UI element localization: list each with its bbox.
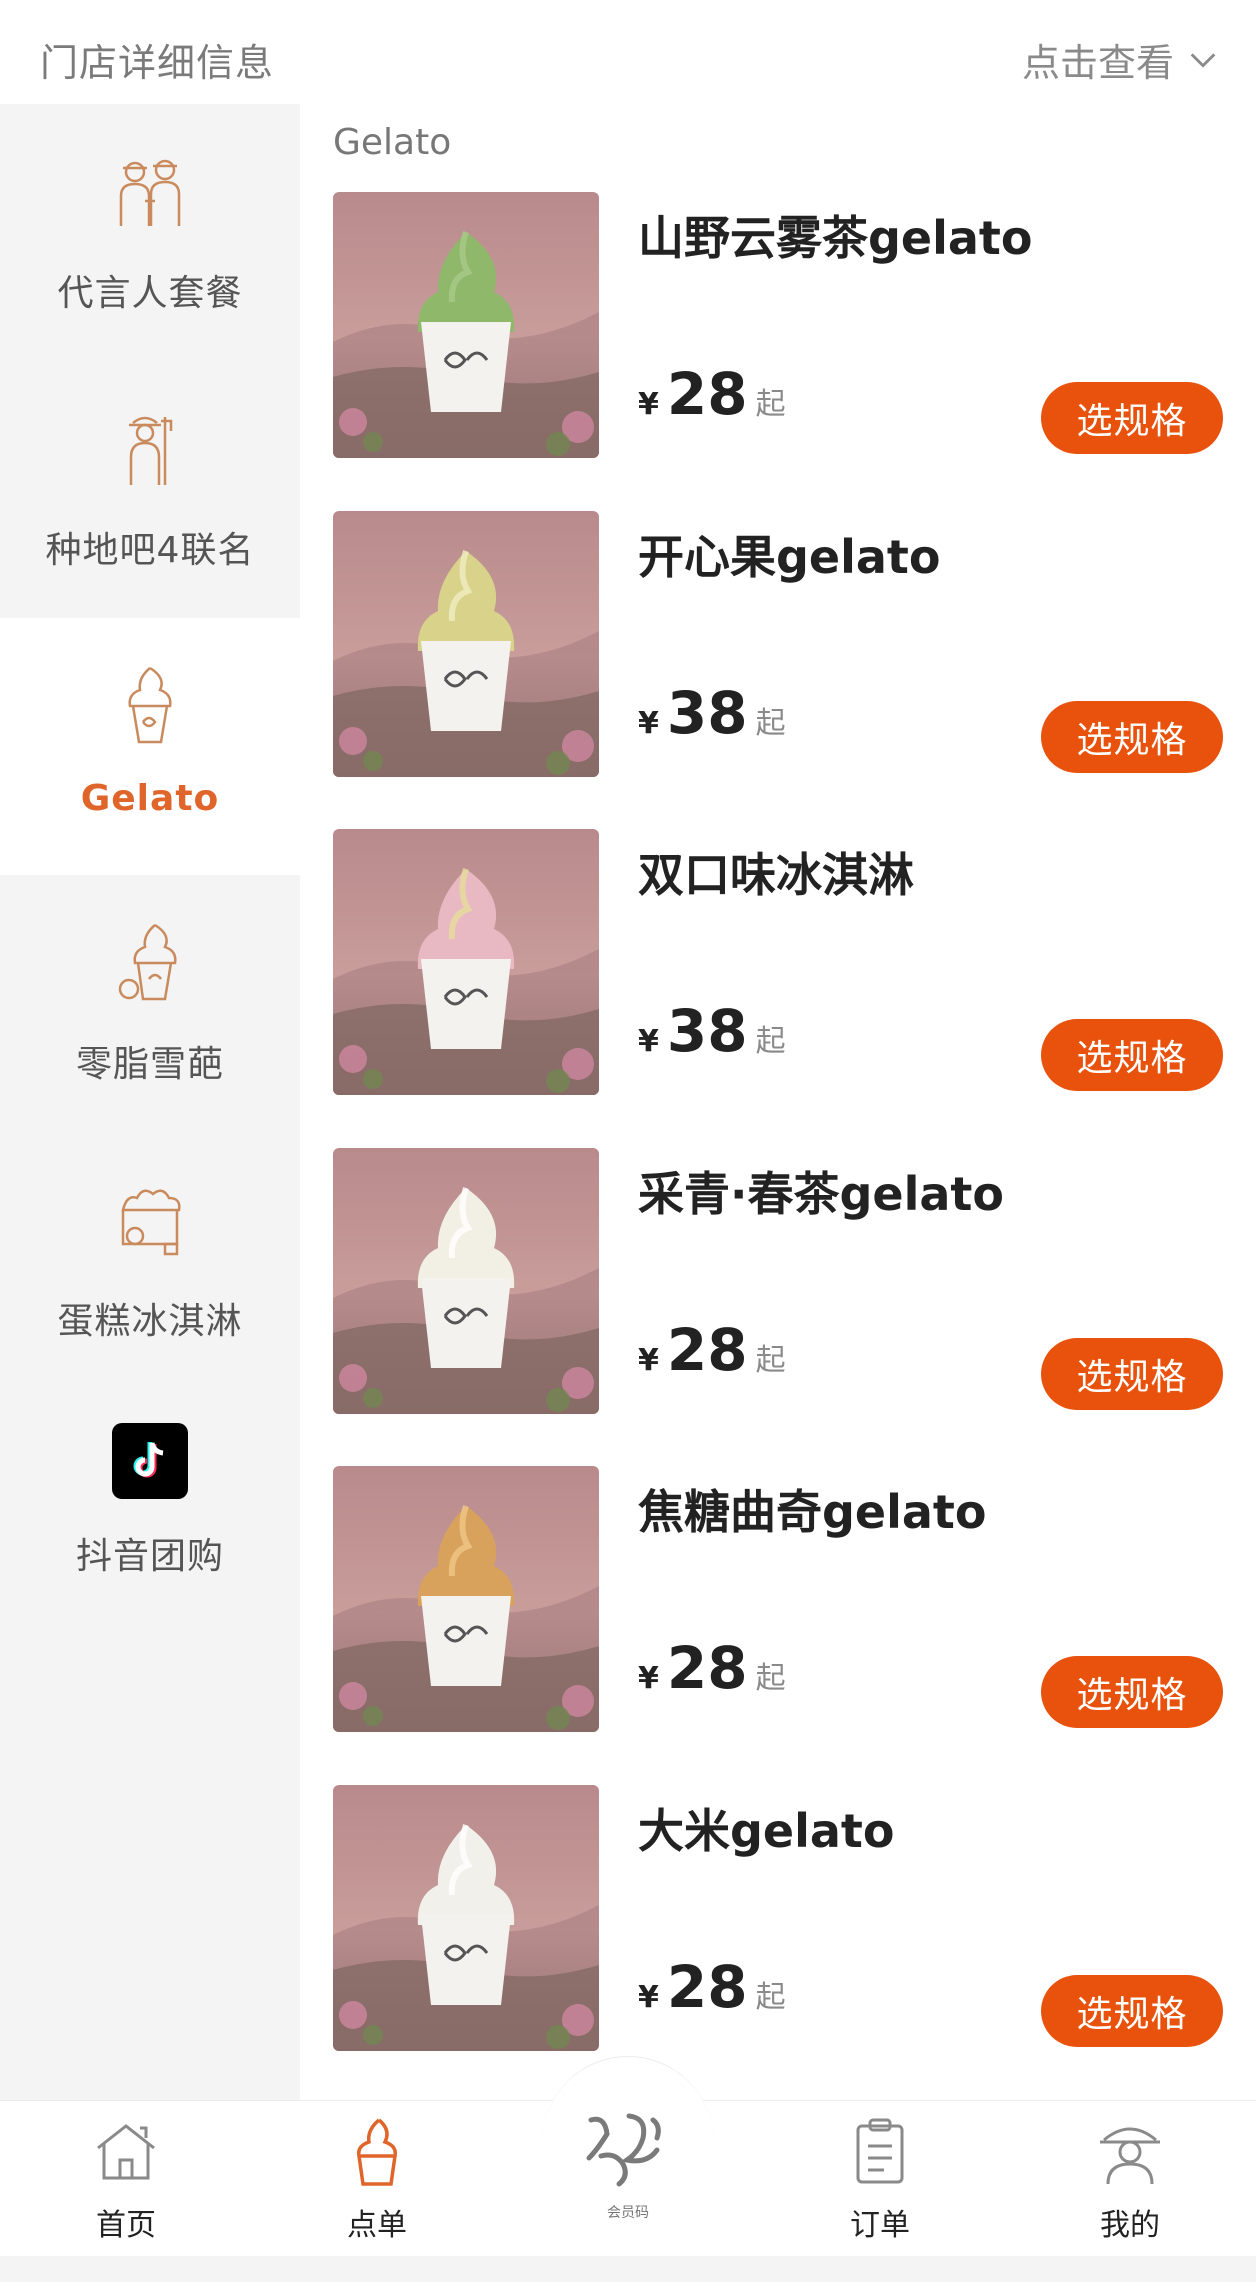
select-spec-button[interactable]: 选规格 bbox=[1041, 1019, 1223, 1092]
product-name[interactable]: 开心果gelato bbox=[638, 521, 941, 587]
currency-symbol: ¥ bbox=[638, 1342, 659, 1378]
nav-label: 首页 bbox=[96, 2208, 156, 2243]
cake-icecream-icon bbox=[105, 1174, 195, 1264]
product-name[interactable]: 双口味冰淇淋 bbox=[638, 839, 914, 905]
category-zero-fat-sorbet[interactable]: 零脂雪葩 bbox=[0, 875, 300, 1132]
product-list: Gelato 山野云雾茶gelato ¥ 28 起 选规格 开心果gelato … bbox=[300, 104, 1256, 2100]
chevron-down-icon bbox=[1190, 52, 1216, 68]
product-price: ¥ 28 起 bbox=[638, 1953, 786, 2021]
app-root: 门店详细信息 点击查看 代言人套餐 种地吧4联名 Gelato 零脂雪葩 蛋糕冰… bbox=[0, 0, 1256, 2282]
category-label: 零脂雪葩 bbox=[75, 1044, 224, 1085]
product-name[interactable]: 山野云雾茶gelato bbox=[638, 202, 1033, 268]
nav-home[interactable]: 首页 bbox=[46, 2114, 206, 2244]
icecream-order-icon bbox=[356, 2118, 398, 2186]
section-title: Gelato bbox=[333, 122, 452, 163]
price-amount: 28 bbox=[666, 1315, 748, 1384]
product-image[interactable] bbox=[333, 510, 599, 777]
nav-orders[interactable]: 订单 bbox=[800, 2114, 960, 2244]
category-label: 代言人套餐 bbox=[57, 273, 243, 314]
product-card[interactable]: 双口味冰淇淋 ¥ 38 起 选规格 bbox=[333, 829, 1223, 1096]
product-image[interactable] bbox=[333, 1785, 599, 2051]
select-spec-button[interactable]: 选规格 bbox=[1041, 1656, 1223, 1729]
nav-profile[interactable]: 我的 bbox=[1050, 2114, 1210, 2244]
product-price: ¥ 28 起 bbox=[638, 1634, 786, 1702]
select-spec-button[interactable]: 选规格 bbox=[1041, 700, 1223, 773]
product-name[interactable]: 大米gelato bbox=[638, 1795, 895, 1861]
currency-symbol: ¥ bbox=[638, 1024, 659, 1060]
sorbet-icon bbox=[105, 917, 195, 1007]
product-card[interactable]: 山野云雾茶gelato ¥ 28 起 选规格 bbox=[333, 192, 1223, 458]
price-suffix: 起 bbox=[755, 705, 786, 741]
category-label: 种地吧4联名 bbox=[45, 530, 255, 571]
price-amount: 38 bbox=[666, 997, 748, 1066]
product-price: ¥ 38 起 bbox=[638, 679, 786, 747]
price-suffix: 起 bbox=[755, 1024, 786, 1060]
member-code-logo-icon bbox=[586, 2113, 661, 2187]
select-spec-button[interactable]: 选规格 bbox=[1041, 1337, 1223, 1410]
order-clipboard-icon bbox=[856, 2118, 904, 2184]
nav-label: 订单 bbox=[850, 2208, 910, 2243]
view-details-toggle[interactable]: 点击查看 bbox=[1022, 32, 1220, 87]
price-amount: 28 bbox=[666, 360, 748, 428]
price-suffix: 起 bbox=[755, 387, 786, 422]
system-home-indicator bbox=[0, 2256, 1256, 2282]
farmer-icon bbox=[105, 403, 195, 493]
price-suffix: 起 bbox=[755, 1342, 786, 1378]
product-name[interactable]: 焦糖曲奇gelato bbox=[638, 1476, 987, 1542]
category-douyin-group-buy[interactable]: 抖音团购 bbox=[0, 1389, 300, 1646]
category-cake-icecream[interactable]: 蛋糕冰淇淋 bbox=[0, 1132, 300, 1389]
product-name[interactable]: 采青·春茶gelato bbox=[638, 1158, 1004, 1224]
category-sidebar: 代言人套餐 种地吧4联名 Gelato 零脂雪葩 蛋糕冰淇淋 抖音团购 bbox=[0, 104, 300, 2100]
price-amount: 38 bbox=[666, 678, 748, 747]
currency-symbol: ¥ bbox=[638, 705, 659, 741]
product-price: ¥ 28 起 bbox=[638, 1316, 786, 1384]
header: 门店详细信息 点击查看 bbox=[0, 0, 1256, 104]
view-toggle-label: 点击查看 bbox=[1021, 41, 1174, 85]
category-farming-collab[interactable]: 种地吧4联名 bbox=[0, 361, 300, 618]
nav-label: 会员码 bbox=[607, 2205, 649, 2221]
product-card[interactable]: 大米gelato ¥ 28 起 选规格 bbox=[333, 1785, 1223, 2051]
select-spec-button[interactable]: 选规格 bbox=[1041, 1975, 1223, 2047]
gelato-cup-icon bbox=[105, 660, 195, 750]
product-price: ¥ 28 起 bbox=[638, 360, 786, 428]
price-suffix: 起 bbox=[755, 1661, 786, 1697]
store-title[interactable]: 门店详细信息 bbox=[40, 32, 274, 87]
currency-symbol: ¥ bbox=[638, 1980, 659, 2015]
profile-icon bbox=[1100, 2127, 1160, 2185]
nav-order-menu[interactable]: 点单 bbox=[297, 2114, 457, 2244]
product-image[interactable] bbox=[333, 829, 599, 1096]
product-image[interactable] bbox=[333, 192, 599, 458]
product-price: ¥ 38 起 bbox=[638, 997, 786, 1065]
douyin-logo-icon bbox=[112, 1423, 188, 1499]
price-amount: 28 bbox=[666, 1953, 748, 2021]
category-label: 蛋糕冰淇淋 bbox=[57, 1301, 243, 1342]
nav-member-code[interactable]: 会员码 bbox=[568, 2100, 688, 2230]
currency-symbol: ¥ bbox=[638, 1661, 659, 1697]
category-gelato[interactable]: Gelato bbox=[0, 618, 300, 875]
home-icon bbox=[97, 2124, 155, 2180]
product-image[interactable] bbox=[333, 1466, 599, 1733]
price-suffix: 起 bbox=[755, 1980, 786, 2015]
spokespeople-icon bbox=[105, 146, 195, 236]
product-card[interactable]: 采青·春茶gelato ¥ 28 起 选规格 bbox=[333, 1147, 1223, 1414]
product-card[interactable]: 焦糖曲奇gelato ¥ 28 起 选规格 bbox=[333, 1466, 1223, 1733]
product-image[interactable] bbox=[333, 1147, 599, 1414]
currency-symbol: ¥ bbox=[638, 387, 659, 422]
nav-label: 点单 bbox=[347, 2208, 407, 2243]
product-card[interactable]: 开心果gelato ¥ 38 起 选规格 bbox=[333, 510, 1223, 777]
category-label: 抖音团购 bbox=[75, 1536, 224, 1577]
category-spokespeople-set[interactable]: 代言人套餐 bbox=[0, 104, 300, 361]
select-spec-button[interactable]: 选规格 bbox=[1041, 382, 1223, 454]
category-label: Gelato bbox=[80, 778, 220, 819]
nav-label: 我的 bbox=[1100, 2208, 1160, 2243]
price-amount: 28 bbox=[666, 1634, 748, 1703]
